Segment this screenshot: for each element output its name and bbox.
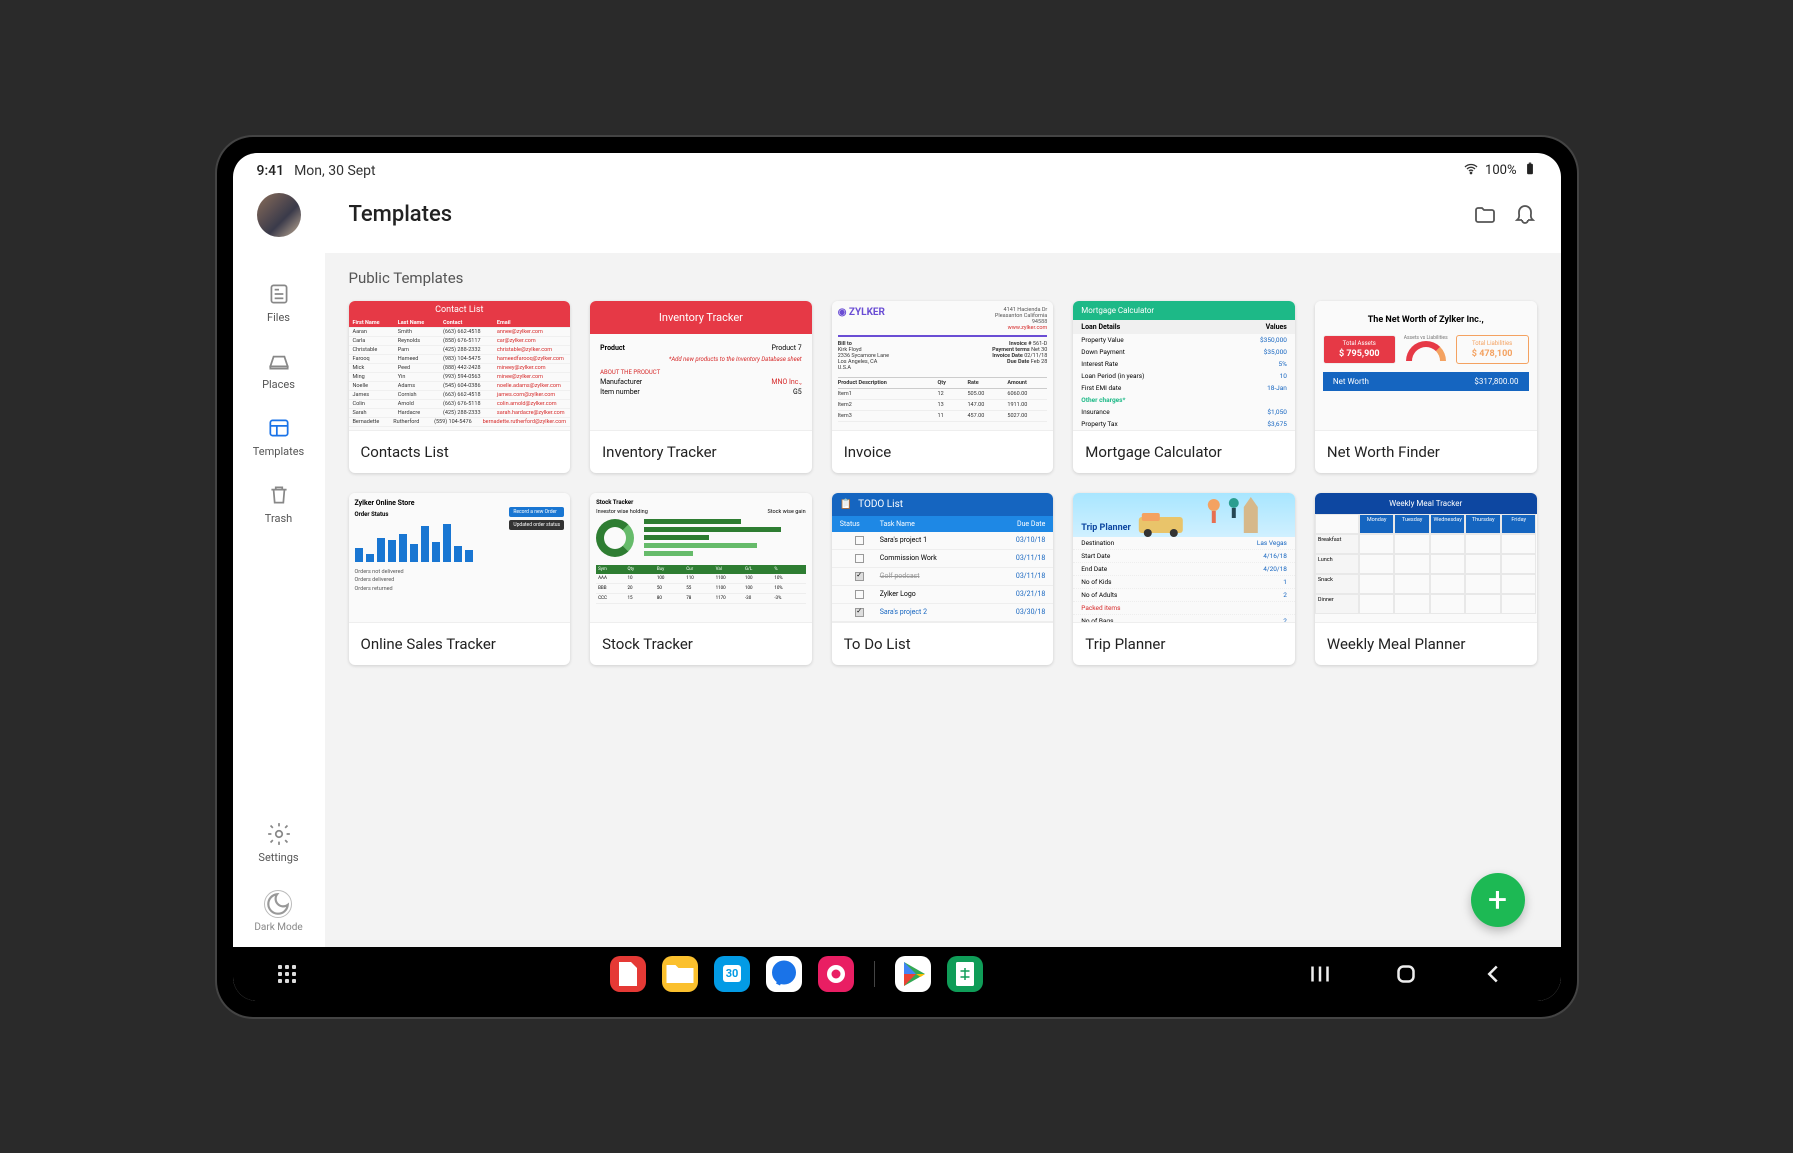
fab-add-button[interactable]: + [1471,873,1525,927]
template-thumbnail: Inventory Tracker ProductProduct 7 *Add … [590,301,812,431]
sidebar-item-label: Trash [265,512,292,525]
navigation-dock: 30 [233,947,1561,1001]
dock-app-messages[interactable] [766,956,802,992]
tablet-frame: 9:41 Mon, 30 Sept 100% Templates Files P… [217,137,1577,1017]
gear-icon [266,821,292,847]
template-thumbnail: ◉ ZYLKER 4141 Hacienda Dr Pleasanton Cal… [832,301,1054,431]
files-icon [266,281,292,307]
templates-icon [266,415,292,441]
dock-app-files[interactable] [662,956,698,992]
template-thumbnail: Mortgage Calculator Loan DetailsValues P… [1073,301,1295,431]
template-title: To Do List [832,623,1054,665]
page-title: Templates [349,202,453,227]
sidebar-item-places[interactable]: Places [233,336,325,403]
dock-app-play-store[interactable] [895,956,931,992]
template-title: Mortgage Calculator [1073,431,1295,473]
dark-mode-label: Dark Mode [254,922,302,933]
template-title: Weekly Meal Planner [1315,623,1537,665]
dark-mode-toggle[interactable]: Dark Mode [254,876,302,947]
template-card-trip-planner[interactable]: Trip Planner DestinationLas VegasStart D… [1073,493,1295,665]
dock-app-sheets[interactable] [947,956,983,992]
avatar[interactable] [257,193,301,237]
section-title: Public Templates [349,269,1537,287]
template-card-online-sales-tracker[interactable]: Zylker Online Store Order Status Record … [349,493,571,665]
nav-back-button[interactable] [1478,959,1508,989]
wifi-icon [1463,161,1479,181]
folder-icon[interactable] [1473,203,1497,227]
template-card-contacts-list[interactable]: Contact List First Name Last Name Contac… [349,301,571,473]
template-title: Invoice [832,431,1054,473]
template-card-inventory-tracker[interactable]: Inventory Tracker ProductProduct 7 *Add … [590,301,812,473]
status-date: Mon, 30 Sept [294,163,376,179]
bell-icon[interactable] [1513,203,1537,227]
content-area: Public Templates Contact List First Name… [325,253,1561,947]
battery-text: 100% [1485,163,1516,178]
template-title: Contacts List [349,431,571,473]
sidebar-item-label: Files [267,311,290,324]
sidebar-item-settings[interactable]: Settings [233,809,325,876]
template-title: Net Worth Finder [1315,431,1537,473]
sidebar-item-label: Places [262,378,295,391]
template-title: Stock Tracker [590,623,812,665]
template-title: Trip Planner [1073,623,1295,665]
template-thumbnail: Contact List First Name Last Name Contac… [349,301,571,431]
template-thumbnail: Trip Planner DestinationLas VegasStart D… [1073,493,1295,623]
templates-grid: Contact List First Name Last Name Contac… [349,301,1537,665]
sidebar: Files Places Templates Trash Settings [233,253,325,947]
template-thumbnail: Stock Tracker Investor wise holdingStock… [590,493,812,623]
app-header: Templates [233,185,1561,253]
nav-recent-button[interactable] [1305,959,1335,989]
status-time: 9:41 [257,163,285,179]
status-bar: 9:41 Mon, 30 Sept 100% [233,153,1561,185]
trash-icon [266,482,292,508]
template-title: Inventory Tracker [590,431,812,473]
sidebar-item-templates[interactable]: Templates [233,403,325,470]
clipboard-icon: 📋 [840,499,852,510]
dock-app-1[interactable] [610,956,646,992]
sidebar-item-label: Settings [258,851,298,864]
template-card-weekly-meal-planner[interactable]: Weekly Meal Tracker MondayTuesdayWednesd… [1315,493,1537,665]
places-icon [266,348,292,374]
template-thumbnail: 📋TODO List StatusTask NameDue Date Sara'… [832,493,1054,623]
screen: 9:41 Mon, 30 Sept 100% Templates Files P… [233,153,1561,1001]
app-drawer-button[interactable] [272,959,302,989]
nav-home-button[interactable] [1391,959,1421,989]
sidebar-item-label: Templates [253,445,304,458]
template-card-stock-tracker[interactable]: Stock Tracker Investor wise holdingStock… [590,493,812,665]
dock-app-calendar[interactable]: 30 [714,956,750,992]
moon-icon [264,890,292,918]
template-card-to-do-list[interactable]: 📋TODO List StatusTask NameDue Date Sara'… [832,493,1054,665]
sidebar-item-trash[interactable]: Trash [233,470,325,537]
template-thumbnail: Weekly Meal Tracker MondayTuesdayWednesd… [1315,493,1537,623]
template-card-mortgage-calculator[interactable]: Mortgage Calculator Loan DetailsValues P… [1073,301,1295,473]
template-card-invoice[interactable]: ◉ ZYLKER 4141 Hacienda Dr Pleasanton Cal… [832,301,1054,473]
template-title: Online Sales Tracker [349,623,571,665]
template-thumbnail: Zylker Online Store Order Status Record … [349,493,571,623]
template-thumbnail: The Net Worth of Zylker Inc., Total Asse… [1315,301,1537,431]
battery-icon [1523,162,1537,180]
dock-app-camera[interactable] [818,956,854,992]
plus-icon: + [1488,880,1507,920]
template-card-net-worth-finder[interactable]: The Net Worth of Zylker Inc., Total Asse… [1315,301,1537,473]
sidebar-item-files[interactable]: Files [233,269,325,336]
